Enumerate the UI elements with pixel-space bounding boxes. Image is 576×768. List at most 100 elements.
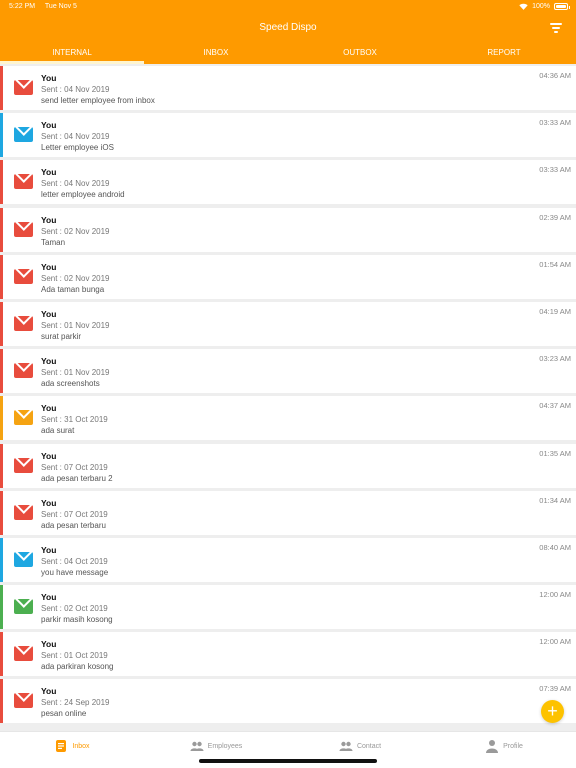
- message-sent-date: Sent : 02 Nov 2019: [41, 273, 110, 283]
- list-item[interactable]: You Sent : 01 Nov 2019 ada screenshots 03:2…: [0, 349, 576, 394]
- message-time: 12:00 AM: [539, 590, 571, 600]
- mail-icon: [14, 457, 33, 473]
- list-item[interactable]: You Sent : 02 Nov 2019 Ada taman bunga 01:5…: [0, 254, 576, 299]
- people-icon: [190, 741, 204, 751]
- message-sent-date: Sent : 02 Nov 2019: [41, 226, 110, 236]
- message-time: 01:35 AM: [539, 448, 571, 458]
- tab-bar: INTERNAL INBOX OUTBOX REPORT: [0, 44, 576, 64]
- message-sent-date: Sent : 01 Nov 2019: [41, 320, 110, 330]
- message-sent-date: Sent : 04 Oct 2019: [41, 556, 108, 566]
- battery-icon: [554, 3, 570, 10]
- mail-icon: [14, 315, 33, 331]
- mail-icon: [14, 551, 33, 567]
- nav-item-profile[interactable]: Profile: [432, 732, 576, 768]
- message-sent-date: Sent : 07 Oct 2019: [41, 462, 108, 472]
- message-time: 04:36 AM: [539, 71, 571, 80]
- nav-label: Profile: [503, 742, 523, 750]
- mail-icon: [14, 363, 33, 379]
- message-sender: You: [41, 73, 57, 83]
- message-subject: you have message: [41, 567, 109, 577]
- message-sender: You: [41, 356, 57, 367]
- message-subject: send letter employee from inbox: [41, 96, 155, 105]
- battery-percent: 100%: [532, 3, 550, 10]
- message-sent-date: Sent : 04 Nov 2019: [41, 179, 110, 189]
- list-item[interactable]: You Sent : 04 Oct 2019 you have message 08:…: [0, 537, 576, 582]
- page-title: Speed Dispo: [259, 22, 317, 33]
- list-item[interactable]: You Sent : 31 Oct 2019 ada surat 04:37 AM: [0, 396, 576, 441]
- message-sender: You: [41, 167, 57, 178]
- mail-icon: [14, 221, 33, 237]
- list-item[interactable]: You Sent : 04 Nov 2019 send letter employe…: [0, 66, 576, 110]
- list-item[interactable]: You Sent : 07 Oct 2019 ada pesan terbaru 2…: [0, 443, 576, 488]
- message-subject: ada surat: [41, 426, 75, 436]
- message-time: 02:39 AM: [539, 212, 571, 222]
- mail-icon: [14, 504, 33, 520]
- message-sender: You: [41, 308, 57, 319]
- person-icon: [486, 740, 499, 753]
- list-item[interactable]: You Sent : 02 Oct 2019 parkir masih kosong…: [0, 585, 576, 630]
- message-list: You Sent : 04 Nov 2019 send letter employe…: [0, 66, 576, 727]
- message-sender: You: [41, 544, 57, 555]
- mail-icon: [14, 127, 33, 143]
- list-item[interactable]: You Sent : 01 Oct 2019 ada parkiran kosong…: [0, 632, 576, 677]
- message-subject: ada parkiran kosong: [41, 662, 114, 672]
- message-time: 03:33 AM: [539, 118, 571, 128]
- message-sent-date: Sent : 01 Nov 2019: [41, 368, 110, 378]
- list-item[interactable]: You Sent : 01 Nov 2019 surat parkir 04:19 A…: [0, 301, 576, 346]
- message-time: 12:00 AM: [539, 637, 571, 647]
- list-item[interactable]: You Sent : 04 Nov 2019 letter employee and…: [0, 160, 576, 205]
- mail-icon: [14, 599, 33, 615]
- nav-label: Employees: [207, 742, 243, 750]
- message-sender: You: [41, 120, 57, 131]
- message-time: 04:19 AM: [539, 306, 571, 316]
- message-sent-date: Sent : 24 Sep 2019: [41, 698, 110, 708]
- message-sender: You: [41, 403, 57, 414]
- tab-report[interactable]: REPORT: [432, 44, 576, 64]
- mail-icon: [14, 268, 33, 284]
- nav-label: Contact: [356, 742, 382, 750]
- message-sender: You: [41, 214, 57, 225]
- message-subject: ada screenshots: [41, 379, 100, 389]
- list-item[interactable]: You Sent : 24 Sep 2019 pesan online 07:39 A…: [0, 679, 576, 724]
- tab-internal[interactable]: INTERNAL: [0, 44, 144, 64]
- tab-inbox[interactable]: INBOX: [144, 44, 288, 64]
- message-subject: ada pesan terbaru 2: [41, 473, 113, 483]
- message-subject: pesan online: [41, 709, 87, 719]
- message-sent-date: Sent : 01 Oct 2019: [41, 651, 108, 661]
- list-item[interactable]: You Sent : 02 Nov 2019 Taman 02:39 AM: [0, 207, 576, 252]
- message-time: 03:33 AM: [539, 165, 571, 175]
- message-sent-date: Sent : 02 Oct 2019: [41, 604, 108, 614]
- message-subject: Taman: [41, 237, 66, 247]
- status-bar: 5:22 PM Tue Nov 5 100%: [0, 0, 576, 14]
- nav-label: Inbox: [72, 742, 90, 750]
- message-sent-date: Sent : 07 Oct 2019: [41, 509, 108, 519]
- message-sender: You: [41, 261, 57, 272]
- status-date: Tue Nov 5: [44, 3, 77, 10]
- message-time: 07:39 AM: [539, 684, 571, 694]
- home-indicator: [199, 759, 377, 763]
- message-subject: Ada taman bunga: [41, 284, 105, 294]
- message-sent-date: Sent : 04 Nov 2019: [41, 85, 110, 94]
- message-time: 04:37 AM: [539, 401, 571, 411]
- message-subject: ada pesan terbaru: [41, 520, 106, 530]
- message-sender: You: [41, 497, 57, 508]
- nav-item-inbox[interactable]: Inbox: [0, 732, 144, 768]
- mail-icon: [14, 80, 33, 95]
- app-header: 5:22 PM Tue Nov 5 100% Speed Dispo INTER…: [0, 0, 576, 64]
- message-subject: Letter employee iOS: [41, 143, 114, 153]
- mail-icon: [14, 174, 33, 190]
- message-sent-date: Sent : 04 Nov 2019: [41, 132, 110, 142]
- mail-icon: [14, 646, 33, 662]
- tab-outbox[interactable]: OUTBOX: [288, 44, 432, 64]
- wifi-icon: [519, 3, 528, 10]
- list-item[interactable]: You Sent : 04 Nov 2019 Letter employee iOS…: [0, 113, 576, 158]
- filter-icon[interactable]: [550, 23, 562, 33]
- message-sender: You: [41, 592, 57, 603]
- message-subject: parkir masih kosong: [41, 615, 113, 625]
- mail-icon: [14, 410, 33, 426]
- list-item[interactable]: You Sent : 07 Oct 2019 ada pesan terbaru 01…: [0, 490, 576, 535]
- mail-icon: [14, 693, 33, 709]
- contact-icon: [339, 741, 353, 751]
- status-time: 5:22 PM: [9, 3, 36, 10]
- compose-button[interactable]: +: [541, 700, 564, 723]
